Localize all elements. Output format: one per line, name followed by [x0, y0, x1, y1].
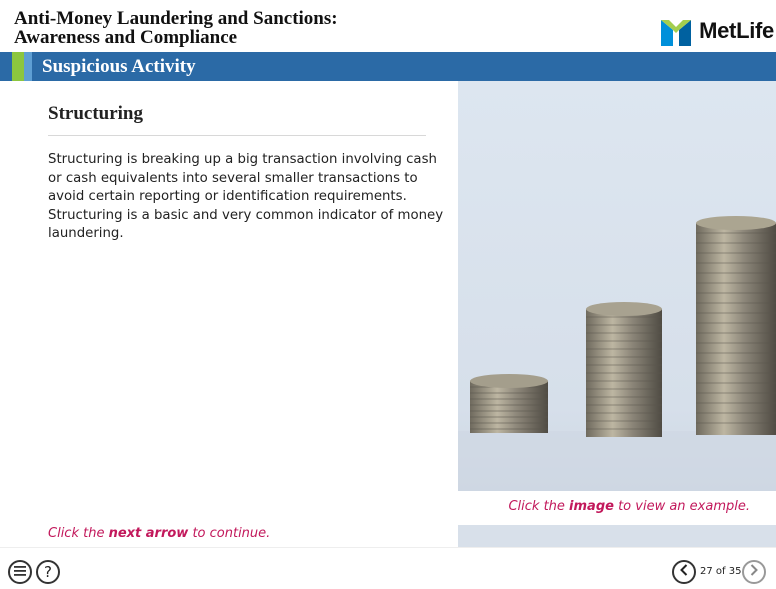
- logo-text: MetLife: [699, 18, 774, 43]
- slide-content: Structuring Structuring is breaking up a…: [0, 81, 458, 547]
- next-button[interactable]: [742, 560, 766, 584]
- menu-button[interactable]: [8, 560, 32, 584]
- metlife-m-icon: [661, 16, 692, 46]
- section-bar: Suspicious Activity: [0, 52, 776, 81]
- image-caption: Click the image to view an example.: [508, 499, 750, 514]
- metlife-logo: MetLife: [661, 16, 774, 46]
- section-title: Suspicious Activity: [42, 56, 196, 77]
- page-counter: 27 of 35: [700, 566, 742, 577]
- course-title: Anti-Money Laundering and Sanctions: Awa…: [14, 9, 338, 47]
- chevron-right-icon: [750, 563, 758, 581]
- coin-stack-small: [470, 374, 548, 433]
- continue-hint-emphasis: next arrow: [108, 526, 189, 541]
- player-footer: ? 27 of 35: [0, 547, 776, 589]
- image-caption-bar[interactable]: Click the image to view an example.: [458, 491, 776, 525]
- section-accent-blue: [24, 52, 32, 81]
- slide-body-text: Structuring is breaking up a big transac…: [48, 152, 444, 241]
- help-button[interactable]: ?: [36, 560, 60, 584]
- continue-hint-suffix: to continue.: [188, 526, 271, 541]
- course-title-line1: Anti-Money Laundering and Sanctions:: [14, 8, 338, 29]
- previous-button[interactable]: [672, 560, 696, 584]
- image-caption-emphasis: image: [569, 499, 614, 514]
- image-caption-prefix: Click the: [508, 499, 570, 514]
- continue-hint: Click the next arrow to continue.: [48, 526, 270, 541]
- menu-icon: [14, 563, 26, 581]
- image-panel-bottom: [458, 525, 776, 547]
- course-header: Anti-Money Laundering and Sanctions: Awa…: [0, 0, 776, 52]
- coin-stack-medium: [586, 302, 662, 437]
- coin-stack-tall: [696, 216, 776, 435]
- chevron-left-icon: [680, 563, 688, 581]
- coin-stacks-image[interactable]: [458, 81, 776, 547]
- slide-heading: Structuring: [48, 103, 143, 124]
- section-accent-green: [12, 52, 24, 81]
- course-title-line2: Awareness and Compliance: [14, 27, 238, 48]
- heading-divider: [48, 135, 426, 136]
- image-caption-suffix: to view an example.: [613, 499, 750, 514]
- continue-hint-prefix: Click the: [48, 526, 109, 541]
- help-icon: ?: [44, 563, 52, 581]
